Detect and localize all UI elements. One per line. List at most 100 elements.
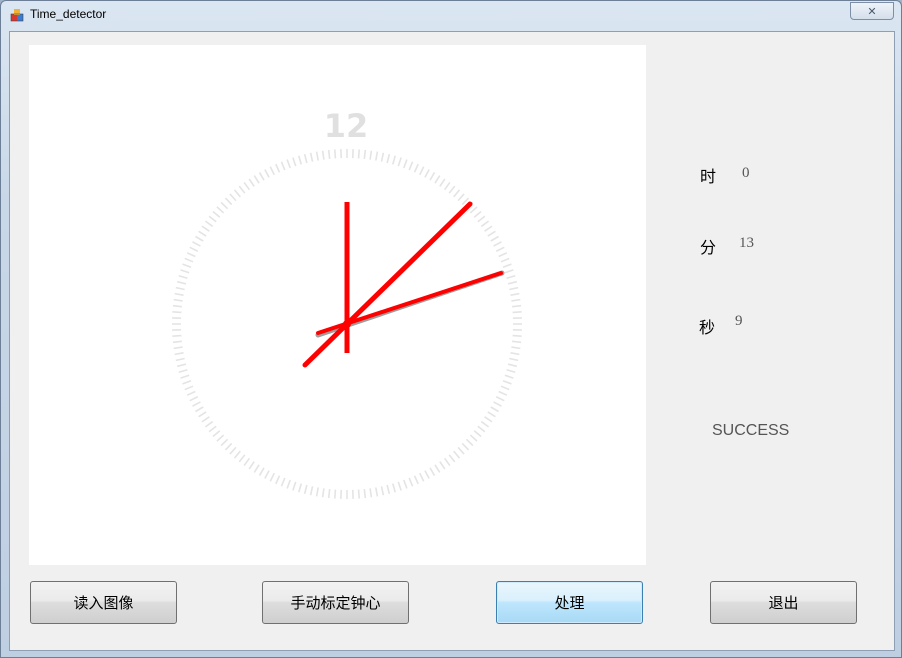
clock-tick [443,457,451,467]
client-area: 12 时 0 分 13 秒 9 SUCCESS 读入图像 手动标定钟心 处理 退… [9,31,895,651]
clock-tick [258,467,265,476]
clock-tick [186,252,196,258]
clock-tick [297,155,303,165]
clock-tick [201,225,210,232]
clock-tick [424,169,430,178]
load-image-button[interactable]: 读入图像 [30,581,177,624]
clock-tick [357,149,361,159]
second-value: 9 [735,313,743,329]
process-button[interactable]: 处理 [496,581,643,624]
window-title: Time_detector [30,7,107,21]
exit-button[interactable]: 退出 [710,581,857,624]
clock-tick [174,352,184,356]
second-label: 秒 [699,318,716,337]
app-icon [10,9,24,22]
clock-tick [502,380,512,385]
close-icon: ✕ [867,4,877,18]
clock-tick [507,280,517,285]
clock-tick [315,487,319,497]
hour-label: 时 [700,167,717,186]
clock-tick [233,450,241,459]
minute-label: 分 [700,238,717,257]
clock-tick [286,159,291,169]
clock-tick [182,380,192,385]
clock-tick [204,220,214,228]
clock-tick [375,151,379,161]
clock-tick [173,298,183,302]
clock-tick [510,292,520,296]
clock-tick [363,149,367,159]
clock-tick [175,357,185,362]
clock-tick [286,479,291,489]
clock-tick [511,298,521,302]
clock-tick [469,206,478,214]
clock-tick [195,406,204,413]
minute-value: 13 [739,235,754,251]
clock-tick [500,385,510,391]
clock-tick [238,185,246,194]
clock-tick [490,235,499,242]
clock-tick [369,488,373,498]
title-bar[interactable]: Time_detector ✕ [1,1,901,29]
clock-tick [220,438,229,447]
clock-tick [429,467,436,476]
clock-tick [189,246,199,252]
clock-tick [327,489,331,499]
clock-tick [333,149,337,159]
clock-tick [172,340,182,344]
calibrate-center-button[interactable]: 手动标定钟心 [262,581,409,624]
clock-tick [397,157,402,167]
clock-tick [175,286,185,291]
status-text: SUCCESS [712,422,790,439]
clock-tick [457,193,465,202]
clock-tick [434,464,441,473]
clock-tick [502,263,512,268]
clock-tick [184,257,194,263]
clock-tick [198,411,207,418]
clock-tick [220,201,229,210]
clock-tick [216,434,225,442]
clock-tick [309,486,314,496]
clock-tick [363,489,367,499]
clock-tick [182,263,192,268]
clock-tick [512,310,522,314]
clock-tick [493,241,502,247]
clock-tick [375,487,379,497]
clock-tick [208,425,217,433]
clock-tick [212,430,221,438]
clock-tick [419,166,425,176]
close-button[interactable]: ✕ [850,2,894,20]
clock-tick [512,340,522,344]
clock-tick [477,215,486,223]
clock-tick [224,442,233,451]
clock-tick [386,484,391,494]
clock-tick [212,210,221,218]
clock-tick [264,470,270,479]
clock-tick [512,304,522,308]
clock-tick [403,479,408,489]
clock-tick [506,368,516,374]
clock-tick [495,246,505,252]
clock-tick [369,150,373,160]
clock-tick [224,197,233,206]
clock-tick [180,269,190,274]
clock-tick [484,416,493,423]
clock-tick [453,189,461,198]
clock-tick [192,401,201,407]
clock-tick [172,304,182,308]
clock-tick [253,175,260,184]
clock-tick [264,169,270,178]
clock-tick [357,489,361,499]
clock-tick [229,446,237,455]
clock-tick [173,346,183,350]
clock-tick [315,151,319,161]
clock-tick [180,374,190,379]
clock-tick [403,159,408,169]
clock-tick [280,161,286,171]
clock-tick [495,396,505,402]
clock-tick [408,161,414,171]
clock-tick [303,484,308,494]
clock-tick [269,166,275,176]
clock-tick [509,357,519,362]
clock-tick [258,172,265,181]
